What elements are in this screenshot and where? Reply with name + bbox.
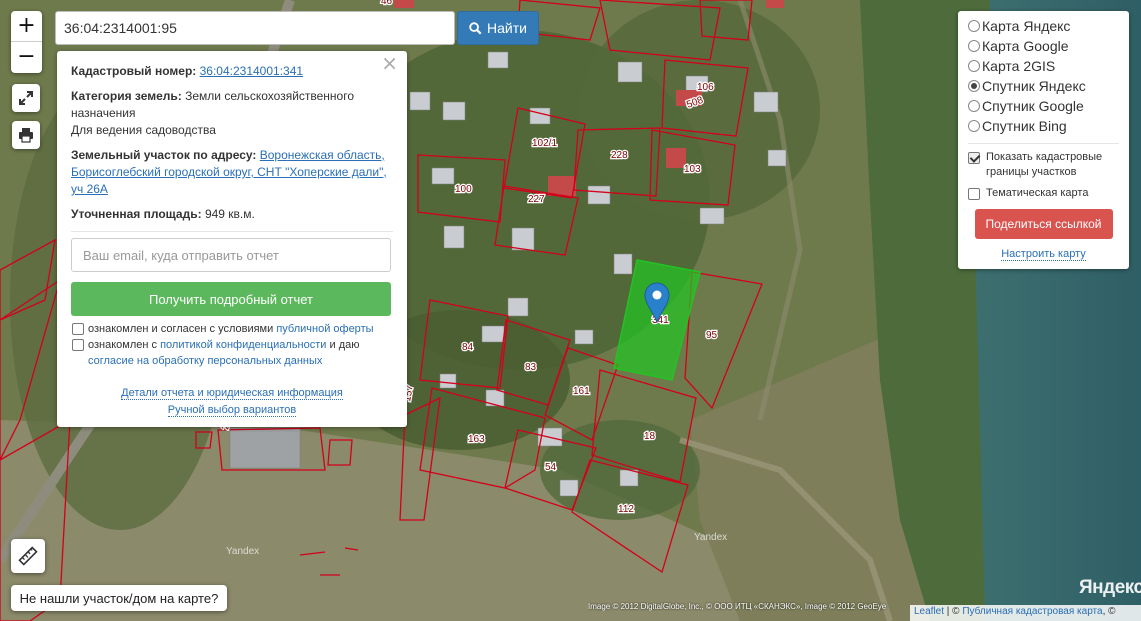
layer-option[interactable]: Спутник Яндекс [968, 76, 1119, 96]
show-borders-checkbox[interactable] [968, 152, 980, 164]
show-borders-label: Показать кадастровые границы участков [986, 151, 1103, 178]
agree-privacy-checkbox[interactable] [72, 339, 84, 351]
layer-option[interactable]: Спутник Bing [968, 116, 1119, 136]
fullscreen-button[interactable] [12, 84, 40, 112]
layer-radio[interactable] [968, 100, 980, 112]
layer-option[interactable]: Карта Яндекс [968, 16, 1119, 36]
layer-option[interactable]: Карта 2GIS [968, 56, 1119, 76]
print-button[interactable] [12, 121, 40, 149]
parcel-number-label[interactable]: 227 [527, 193, 547, 207]
personal-data-consent-link[interactable]: согласие на обработку персональных данны… [88, 355, 322, 367]
cadastral-number-row: Кадастровый номер: 36:04:2314001:341 [71, 63, 393, 80]
agree-privacy-row: ознакомлен с политикой конфиденциальност… [71, 337, 393, 369]
layer-radio[interactable] [968, 120, 980, 132]
search-button-label: Найти [487, 20, 527, 36]
layer-option-label: Спутник Яндекс [982, 78, 1086, 94]
parcel-number-label[interactable]: 100 [454, 183, 474, 197]
search-button[interactable]: Найти [457, 11, 539, 45]
layer-option-label: Спутник Google [982, 98, 1084, 114]
ruler-button[interactable] [11, 539, 45, 573]
parcel-number-label[interactable]: 103 [683, 163, 703, 177]
layer-option[interactable]: Спутник Google [968, 96, 1119, 116]
imagery-attribution: Image © 2012 DigitalGlobe, Inc., © ООО И… [588, 602, 887, 611]
search-icon [469, 21, 482, 34]
parcel-number-label[interactable]: 163 [467, 433, 487, 447]
zoom-control: + − [11, 11, 42, 73]
layer-radio[interactable] [968, 80, 980, 92]
parcel-number-label[interactable]: 106 [696, 81, 716, 95]
layer-option-label: Карта Google [982, 38, 1069, 54]
layers-panel: Карта Яндекс Карта Google Карта 2GIS Спутни… [958, 11, 1129, 269]
layer-option[interactable]: Карта Google [968, 36, 1119, 56]
public-offer-link[interactable]: публичной оферты [276, 323, 373, 335]
area-row: Уточненная площадь: 949 кв.м. [71, 206, 393, 223]
get-report-button[interactable]: Получить подробный отчет [71, 282, 391, 316]
map-attribution: Leaflet | © Публичная кадастровая карта,… [910, 605, 1141, 621]
agree-offer-checkbox[interactable] [72, 323, 84, 335]
parcel-number-label[interactable]: 46 [380, 0, 394, 8]
thematic-map-checkbox[interactable] [968, 188, 980, 200]
ruler-icon [18, 546, 38, 566]
area-label: Уточненная площадь: [71, 207, 202, 221]
agree-privacy-text: ознакомлен с политикой конфиденциальност… [88, 339, 360, 367]
zoom-out-button[interactable]: − [11, 42, 42, 73]
close-icon[interactable]: × [381, 53, 398, 73]
land-use-value: Для ведения садоводства [71, 123, 216, 137]
expand-icon [19, 91, 33, 105]
address-label: Земельный участок по адресу: [71, 148, 257, 162]
parcel-info-panel: × Кадастровый номер: 36:04:2314001:341 К… [57, 51, 407, 427]
cadastral-number-link[interactable]: 36:04:2314001:341 [200, 64, 303, 78]
parcel-number-label[interactable]: 54 [544, 461, 558, 475]
report-details-link[interactable]: Детали отчета и юридическая информация [121, 387, 343, 400]
share-link-button[interactable]: Поделиться ссылкой [974, 209, 1113, 239]
layer-option-label: Карта 2GIS [982, 58, 1056, 74]
parcel-number-label[interactable]: 161 [572, 385, 592, 399]
land-category-row: Категория земель: Земли сельскохозяйстве… [71, 88, 393, 139]
divider [968, 143, 1119, 144]
map-watermark-yandex: Yandex [226, 546, 259, 557]
address-row: Земельный участок по адресу: Воронежская… [71, 147, 393, 198]
manual-selection-link[interactable]: Ручной выбор вариантов [167, 404, 297, 417]
configure-map-link[interactable]: Настроить карту [1001, 248, 1086, 261]
parcel-number-label[interactable]: 228 [610, 149, 630, 163]
agree-offer-row: ознакомлен и согласен с условиями публич… [71, 321, 393, 337]
thematic-map-label: Тематическая карта [986, 187, 1089, 199]
leaflet-link[interactable]: Leaflet [914, 606, 944, 617]
panel-links: Детали отчета и юридическая информация Р… [57, 385, 407, 419]
divider [71, 231, 393, 232]
parcel-number-label[interactable]: 18 [643, 430, 657, 444]
parcel-number-label[interactable]: 95 [705, 329, 719, 343]
privacy-policy-link[interactable]: политикой конфиденциальности [160, 339, 326, 351]
land-category-label: Категория земель: [71, 89, 182, 103]
parcel-number-label[interactable]: 112 [617, 503, 636, 517]
parcel-number-label[interactable]: 84 [461, 341, 475, 355]
agree-offer-text: ознакомлен и согласен с условиями публич… [88, 323, 374, 335]
yandex-logo: Яндекс [1079, 577, 1141, 598]
printer-icon [19, 128, 33, 143]
layer-option-label: Карта Яндекс [982, 18, 1071, 34]
layer-options: Карта Яндекс Карта Google Карта 2GIS Спутни… [968, 16, 1119, 136]
layer-option-label: Спутник Bing [982, 118, 1067, 134]
search-input[interactable] [55, 11, 455, 45]
email-field[interactable]: Ваш email, куда отправить отчет [71, 238, 391, 272]
layer-radio[interactable] [968, 20, 980, 32]
thematic-map-row[interactable]: Тематическая карта [968, 186, 1119, 201]
not-found-button[interactable]: Не нашли участок/дом на карте? [11, 585, 227, 611]
map-watermark-yandex-2: Yandex [694, 532, 727, 543]
show-borders-row[interactable]: Показать кадастровые границы участков [968, 150, 1119, 180]
area-value: 949 кв.м. [204, 207, 255, 221]
parcel-number-label[interactable]: 102/1 [531, 137, 559, 151]
parcel-number-label[interactable]: 83 [524, 361, 538, 375]
layer-radio[interactable] [968, 40, 980, 52]
zoom-in-button[interactable]: + [11, 11, 42, 42]
cadastral-number-label: Кадастровый номер: [71, 64, 197, 78]
layer-radio[interactable] [968, 60, 980, 72]
pkk-link[interactable]: Публичная кадастровая карта [962, 606, 1102, 617]
